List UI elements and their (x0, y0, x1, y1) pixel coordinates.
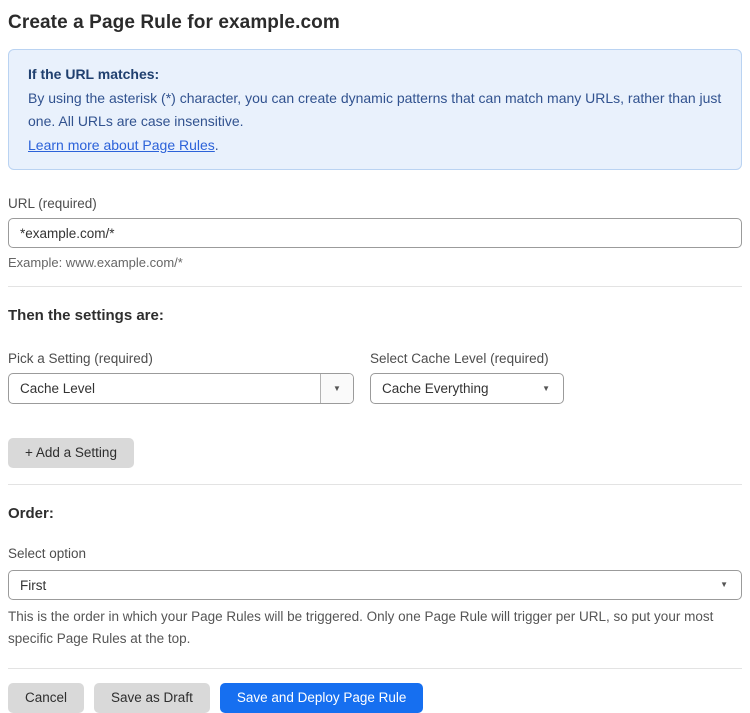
url-match-info-box: If the URL matches: By using the asteris… (8, 49, 742, 170)
info-box-body: By using the asterisk (*) character, you… (28, 89, 722, 130)
chevron-down-icon: ▼ (720, 580, 728, 589)
url-input[interactable] (8, 218, 742, 248)
cache-level-picker-group: Select Cache Level (required) Cache Ever… (370, 351, 564, 404)
setting-picker-value: Cache Level (20, 381, 96, 396)
divider (8, 668, 742, 669)
create-page-rule-form: Create a Page Rule for example.com If th… (0, 0, 750, 713)
url-field-label: URL (required) (8, 196, 97, 211)
setting-picker-group: Pick a Setting (required) Cache Level ▼ (8, 351, 354, 404)
order-select-label: Select option (8, 546, 87, 561)
cache-level-picker-label: Select Cache Level (required) (370, 351, 549, 366)
page-title: Create a Page Rule for example.com (8, 12, 340, 33)
info-box-link-line: Learn more about Page Rules. (28, 134, 722, 158)
chevron-down-icon: ▼ (542, 383, 550, 393)
settings-row: Pick a Setting (required) Cache Level ▼ … (8, 351, 742, 404)
save-and-deploy-button[interactable]: Save and Deploy Page Rule (219, 683, 424, 713)
divider (8, 484, 742, 485)
order-select-value: First (20, 577, 47, 593)
cache-level-select[interactable]: Cache Everything ▼ (370, 373, 564, 404)
add-setting-button[interactable]: + Add a Setting (8, 438, 134, 468)
form-actions: Cancel Save as Draft Save and Deploy Pag… (8, 683, 742, 713)
setting-picker-select[interactable]: Cache Level ▼ (8, 373, 354, 404)
divider (8, 286, 742, 287)
setting-picker-label: Pick a Setting (required) (8, 351, 153, 366)
cancel-button[interactable]: Cancel (8, 683, 85, 713)
save-as-draft-button[interactable]: Save as Draft (94, 683, 210, 713)
order-select[interactable]: First ▼ (8, 570, 742, 600)
info-box-heading: If the URL matches: (28, 66, 160, 82)
order-section-heading: Order: (8, 505, 54, 522)
learn-more-link[interactable]: Learn more about Page Rules (28, 137, 215, 153)
link-period: . (214, 136, 219, 153)
settings-section-heading: Then the settings are: (8, 307, 164, 324)
cache-level-value: Cache Everything (382, 381, 489, 396)
url-example-helper: Example: www.example.com/* (8, 255, 183, 270)
chevron-down-icon: ▼ (333, 383, 341, 393)
setting-picker-arrow-box[interactable]: ▼ (320, 374, 353, 403)
url-field-group: URL (required) Example: www.example.com/… (8, 196, 742, 270)
order-helper-text: This is the order in which your Page Rul… (8, 609, 714, 646)
